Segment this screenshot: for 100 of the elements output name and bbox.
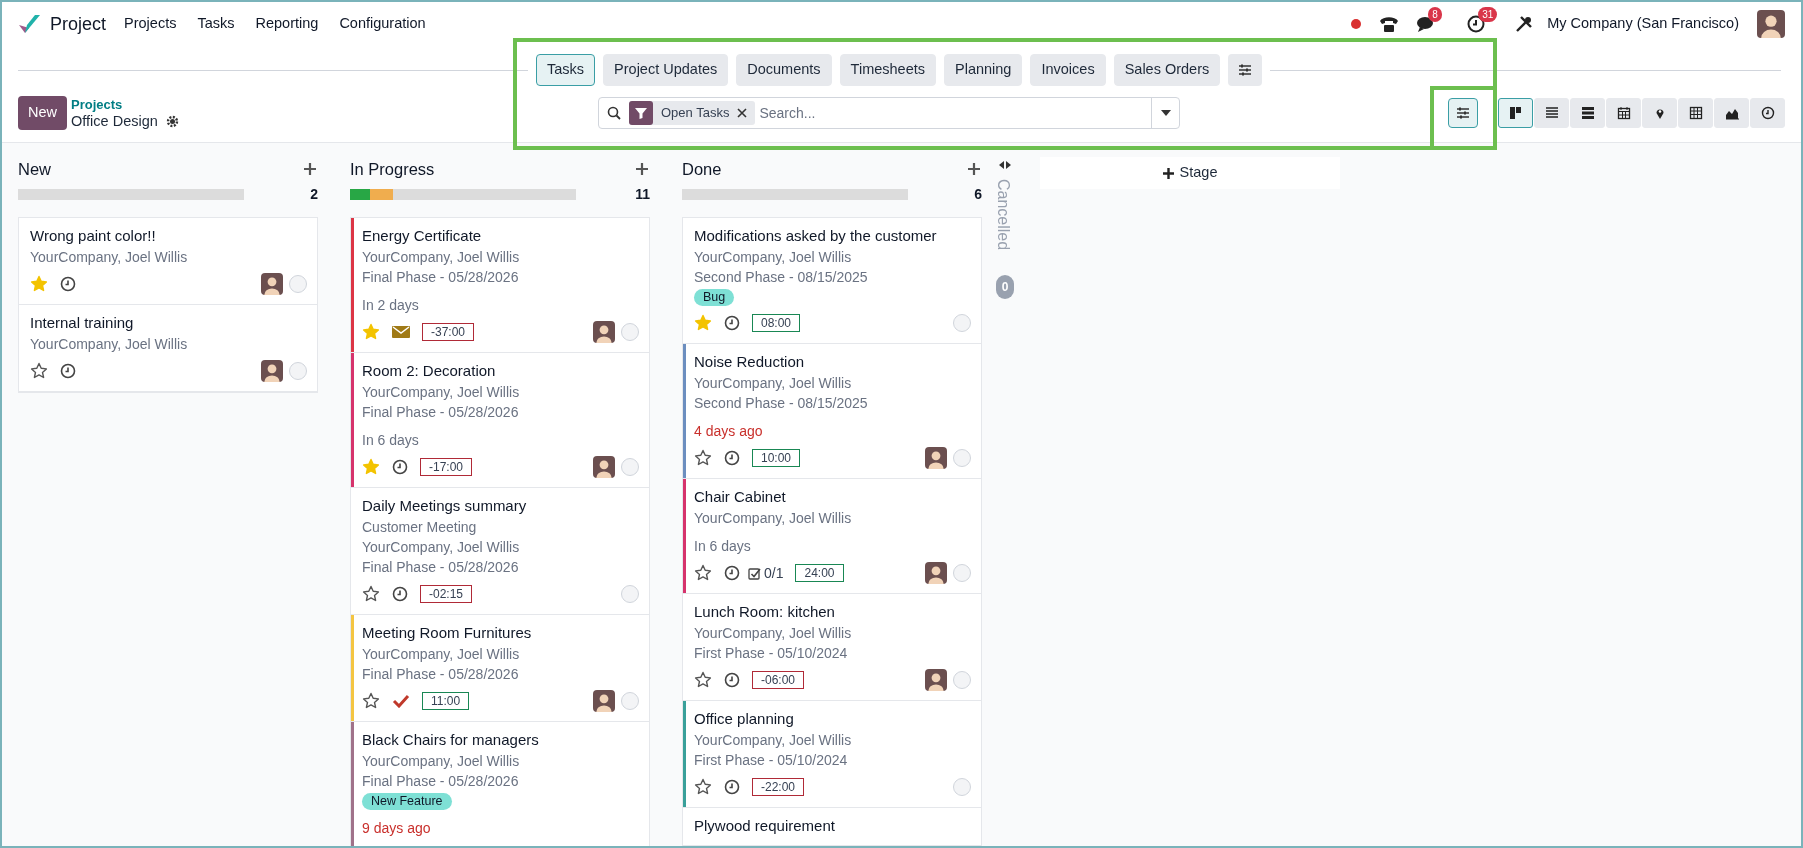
- calendar-view-button[interactable]: [1606, 98, 1641, 128]
- task-detail: Final Phase - 05/28/2026: [362, 558, 520, 577]
- count-badge: 0: [996, 275, 1014, 299]
- gantt-view-button[interactable]: [1570, 98, 1605, 128]
- clock-icon[interactable]: [60, 363, 76, 379]
- envelope-icon[interactable]: [392, 325, 410, 339]
- deadline-text: In 6 days: [362, 431, 420, 450]
- sliders-icon: [1456, 106, 1470, 120]
- tab[interactable]: Invoices: [1030, 54, 1106, 86]
- app-name[interactable]: Project: [50, 10, 107, 38]
- tab[interactable]: Documents: [736, 54, 832, 86]
- list-view-button[interactable]: [1534, 98, 1569, 128]
- task-detail: Final Phase - 05/28/2026: [362, 268, 520, 287]
- task-card[interactable]: Noise Reduction YourCompany, Joel Willis Second Phase - 08/15/2025 4 days ago 10:00: [683, 344, 981, 479]
- star-outline-icon[interactable]: [362, 692, 380, 710]
- count-badge: 8: [1428, 7, 1442, 22]
- menu-item[interactable]: Configuration: [339, 13, 426, 35]
- star-outline-icon[interactable]: [694, 564, 712, 582]
- clock-icon: [1760, 106, 1775, 120]
- deadline-text: In 2 days: [362, 296, 420, 315]
- map-view-button[interactable]: [1642, 98, 1677, 128]
- tag: New Feature: [362, 793, 452, 810]
- clock-icon[interactable]: [724, 315, 740, 331]
- plus-icon: [636, 163, 648, 175]
- tab[interactable]: Tasks: [536, 54, 596, 86]
- star-outline-icon[interactable]: [694, 449, 712, 467]
- task-title: Energy Certificate: [362, 226, 483, 246]
- menu-item[interactable]: Tasks: [197, 13, 235, 35]
- hours-badge: -22:00: [752, 778, 805, 796]
- task-detail: First Phase - 05/10/2024: [694, 751, 849, 770]
- subtask-count: 0/1: [764, 563, 784, 583]
- task-detail: YourCompany, Joel Willis: [30, 248, 189, 267]
- tab[interactable]: Planning: [944, 54, 1023, 86]
- hours-badge: -17:00: [420, 458, 473, 476]
- star-outline-icon[interactable]: [694, 671, 712, 689]
- task-detail: First Phase - 05/10/2024: [694, 644, 849, 663]
- clock-icon[interactable]: [724, 565, 740, 581]
- task-title: Internal training: [30, 313, 135, 333]
- close-icon: [737, 108, 748, 118]
- task-detail: YourCompany, Joel Willis: [362, 752, 521, 771]
- star-icon[interactable]: [362, 323, 380, 341]
- filter-facet[interactable]: Open Tasks: [629, 101, 756, 125]
- search-field[interactable]: Open Tasks Search...: [598, 97, 1180, 129]
- pivot-view-button[interactable]: [1678, 98, 1713, 128]
- task-card[interactable]: Room 2: Decoration YourCompany, Joel Willis Final Phase - 05/28/2026 In 6 days -17:00: [351, 353, 649, 488]
- search-icon: [607, 106, 621, 120]
- task-title: Office planning: [694, 709, 795, 729]
- task-title: Plywood requirement: [694, 816, 836, 836]
- clock-icon[interactable]: [392, 459, 408, 475]
- clock-icon[interactable]: [724, 672, 740, 688]
- clock-icon[interactable]: [724, 450, 740, 466]
- task-card[interactable]: Energy Certificate YourCompany, Joel Willis Final Phase - 05/28/2026 In 2 days -37:00: [351, 218, 649, 353]
- task-detail: YourCompany, Joel Willis: [362, 248, 521, 267]
- filter-toggle-button[interactable]: [1448, 98, 1478, 128]
- clock-icon[interactable]: [60, 276, 76, 292]
- add-stage-button[interactable]: Stage: [1040, 157, 1340, 189]
- breadcrumb-link[interactable]: Projects: [71, 97, 179, 113]
- tab[interactable]: Sales Orders: [1113, 54, 1221, 86]
- task-detail: YourCompany, Joel Willis: [694, 248, 853, 267]
- column-count: 6: [974, 184, 982, 204]
- task-title: Black Chairs for managers: [362, 730, 540, 750]
- star-icon[interactable]: [30, 275, 48, 293]
- task-title: Noise Reduction: [694, 352, 806, 372]
- task-detail: YourCompany, Joel Willis: [362, 383, 521, 402]
- kanban-view-button[interactable]: [1498, 98, 1533, 128]
- deadline-text: 9 days ago: [362, 819, 432, 838]
- clock-icon[interactable]: [724, 779, 740, 795]
- tab-settings-button[interactable]: [1228, 54, 1263, 86]
- activity-view-button[interactable]: [1750, 98, 1785, 128]
- task-title: Lunch Room: kitchen: [694, 602, 836, 622]
- list-icon: [1544, 106, 1559, 120]
- tab[interactable]: Timesheets: [839, 54, 936, 86]
- clock-icon[interactable]: [392, 586, 408, 602]
- graph-view-button[interactable]: [1714, 98, 1749, 128]
- star-outline-icon[interactable]: [30, 362, 48, 380]
- menu-item[interactable]: Reporting: [255, 13, 319, 35]
- task-detail: YourCompany, Joel Willis: [362, 645, 521, 664]
- star-outline-icon[interactable]: [362, 585, 380, 603]
- hours-badge: -02:15: [420, 585, 473, 603]
- check-icon[interactable]: [392, 694, 410, 708]
- menu-item[interactable]: Projects: [124, 13, 177, 35]
- company-switcher[interactable]: My Company (San Francisco): [1547, 13, 1739, 35]
- star-outline-icon[interactable]: [694, 778, 712, 796]
- star-icon[interactable]: [694, 314, 712, 332]
- tools-icon: [1515, 15, 1534, 33]
- star-icon[interactable]: [362, 458, 380, 476]
- task-title: Wrong paint color!!: [30, 226, 157, 246]
- column-title: In Progress: [350, 158, 435, 180]
- task-detail: Final Phase - 05/28/2026: [362, 665, 520, 684]
- task-card[interactable]: Office planning YourCompany, Joel Willis First Phase - 05/10/2024 -22:00: [683, 701, 981, 808]
- task-detail: Second Phase - 08/15/2025: [694, 268, 869, 287]
- task-detail: YourCompany, Joel Willis: [694, 624, 853, 643]
- tab[interactable]: Project Updates: [603, 54, 729, 86]
- checkbox-icon: [748, 566, 761, 580]
- plus-icon: [968, 163, 980, 175]
- new-button[interactable]: New: [18, 96, 67, 130]
- task-card[interactable]: Meeting Room Furnitures YourCompany, Joel Willis Final Phase - 05/28/2026 11:00: [351, 615, 649, 722]
- task-detail: Final Phase - 05/28/2026: [362, 403, 520, 422]
- avatar-icon: [1757, 10, 1785, 38]
- task-card[interactable]: Chair Cabinet YourCompany, Joel Willis In 6 days 0/1 24:00: [683, 479, 981, 594]
